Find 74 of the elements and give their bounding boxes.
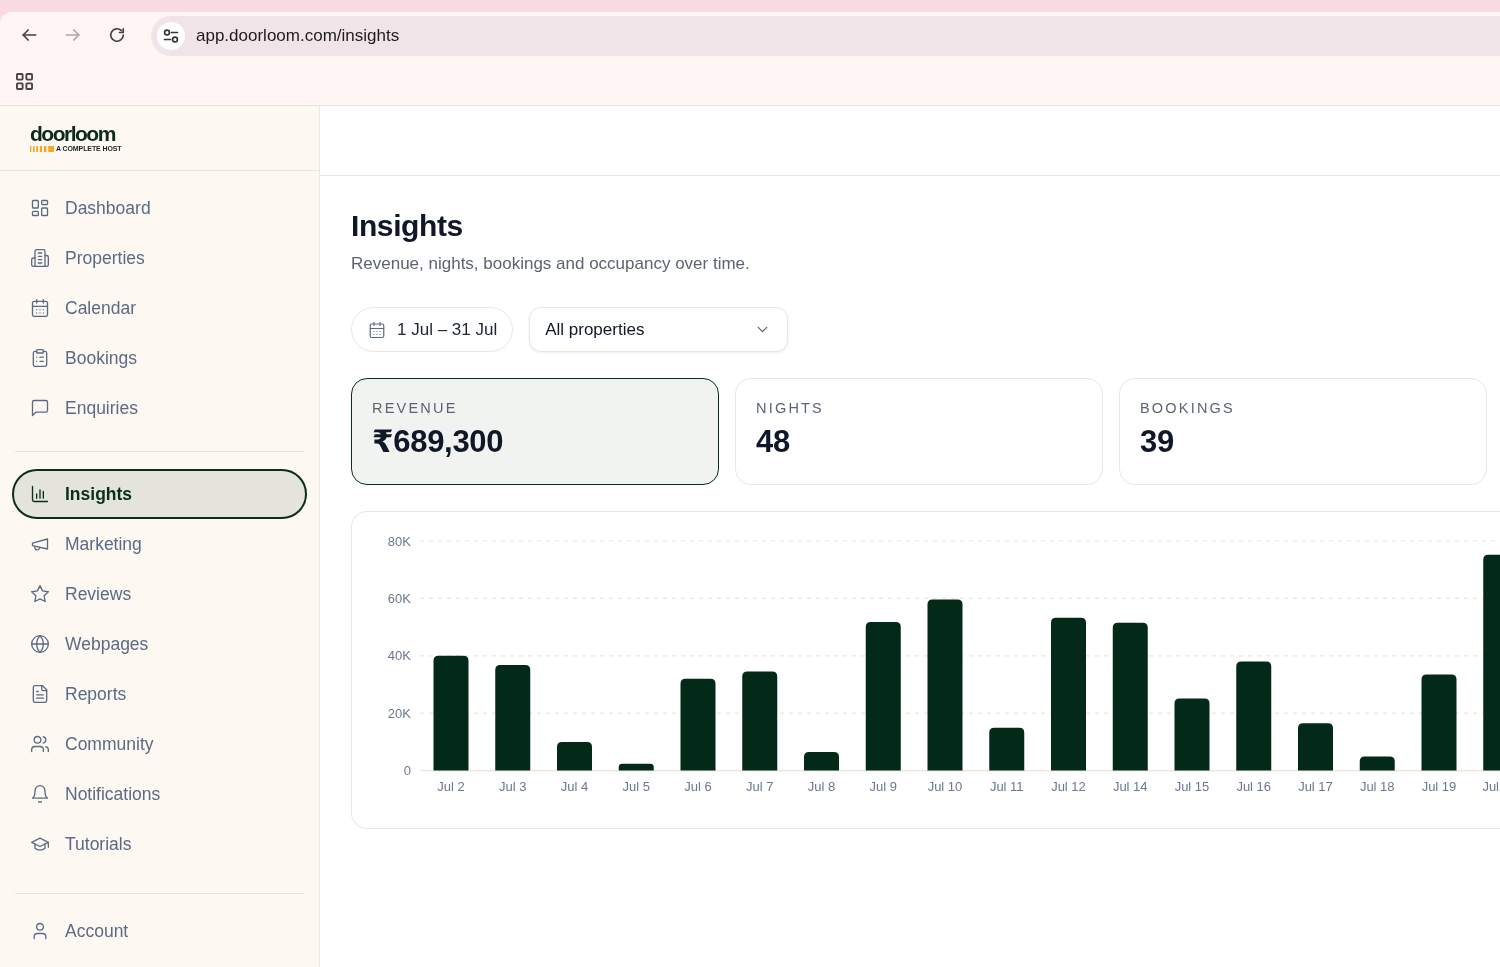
x-axis-label: Jul 8 — [807, 779, 836, 794]
x-axis-label: Jul 10 — [927, 779, 963, 794]
stat-label: REVENUE — [372, 399, 458, 418]
star-icon — [30, 584, 50, 604]
stripes-icon — [30, 145, 54, 152]
sidebar-item[interactable]: Webpages — [12, 619, 307, 669]
document-icon — [30, 684, 50, 704]
bar — [804, 751, 839, 771]
x-axis-label: Jul 3 — [499, 779, 527, 794]
sidebar-item[interactable]: Calendar — [12, 283, 307, 333]
bar — [1359, 756, 1395, 771]
bar — [989, 727, 1025, 771]
x-axis-label: Jul 18 — [1359, 779, 1395, 794]
x-axis-label: Jul 15 — [1174, 779, 1210, 794]
x-axis-label: Jul 12 — [1051, 779, 1086, 794]
x-axis-label: Jul 14 — [1112, 779, 1148, 794]
x-axis-label: Jul 9 — [869, 779, 897, 794]
y-axis-label: 60K — [387, 590, 411, 606]
sidebar-item[interactable]: Dashboard — [12, 183, 307, 233]
sidebar-item[interactable]: Tutorials — [12, 819, 307, 869]
building-icon — [30, 248, 50, 268]
y-axis-label: 0 — [403, 763, 411, 779]
bar — [618, 763, 654, 771]
stat-label: NIGHTS — [756, 399, 824, 418]
bell-icon — [30, 784, 50, 804]
calendar-icon — [368, 320, 386, 339]
date-range-button[interactable]: 1 Jul – 31 Jul — [351, 307, 514, 352]
address-bar[interactable]: app.doorloom.com/insights — [151, 15, 1500, 56]
x-axis-label: Jul 6 — [684, 779, 712, 794]
stat-value: 48 — [756, 424, 790, 460]
y-axis-label: 40K — [387, 648, 411, 664]
x-axis-label: Jul 7 — [746, 779, 774, 794]
sidebar-item[interactable]: Properties — [12, 233, 307, 283]
sidebar-item[interactable]: Account — [12, 906, 307, 956]
page-subtitle: Revenue, nights, bookings and occupancy over time. — [351, 253, 750, 275]
globe-icon — [30, 634, 50, 654]
bar-chart-icon — [30, 484, 50, 504]
stat-card[interactable]: NIGHTS 48 — [735, 378, 1103, 485]
people-icon — [30, 734, 50, 754]
x-axis-label: Jul 2 — [437, 779, 465, 794]
calendar-icon — [30, 298, 50, 318]
y-axis-label: 80K — [387, 533, 411, 549]
stat-label: BOOKINGS — [1140, 399, 1235, 418]
sidebar-item[interactable]: Marketing — [12, 519, 307, 569]
x-axis-label: Jul — [1482, 779, 1499, 794]
property-select[interactable]: All properties — [529, 307, 789, 352]
x-axis-label: Jul 11 — [989, 779, 1024, 794]
x-axis-label: Jul 5 — [622, 779, 650, 794]
sidebar-item[interactable]: Reports — [12, 669, 307, 719]
stat-card[interactable]: BOOKINGS 39 — [1119, 378, 1487, 485]
chat-bubble-icon — [30, 398, 50, 418]
sidebar-item[interactable]: Enquiries — [12, 383, 307, 433]
sidebar-item[interactable]: Insights — [12, 469, 307, 519]
apps-grid-icon[interactable] — [16, 73, 33, 90]
site-settings-icon[interactable] — [157, 21, 185, 50]
grid-icon — [30, 198, 50, 218]
stat-value: 39 — [1140, 424, 1174, 460]
x-axis-label: Jul 16 — [1236, 779, 1272, 794]
y-axis-label: 20K — [387, 705, 411, 721]
logo-wordmark: doorloom — [30, 123, 115, 144]
bar — [557, 741, 592, 771]
stat-card[interactable]: REVENUE ₹689,300 — [351, 378, 719, 485]
bar — [1298, 723, 1333, 771]
x-axis-label: Jul 19 — [1421, 779, 1457, 794]
x-axis-label: Jul 4 — [560, 779, 589, 794]
sidebar-item[interactable]: Bookings — [12, 333, 307, 383]
x-axis-label: Jul 17 — [1298, 779, 1333, 794]
sidebar-item[interactable]: Reviews — [12, 569, 307, 619]
sidebar-item[interactable]: Community — [12, 719, 307, 769]
clipboard-icon — [30, 348, 50, 368]
stat-value: ₹689,300 — [372, 424, 504, 460]
sidebar-item[interactable]: Notifications — [12, 769, 307, 819]
reload-icon[interactable] — [107, 25, 127, 45]
page-title: Insights — [351, 208, 463, 244]
